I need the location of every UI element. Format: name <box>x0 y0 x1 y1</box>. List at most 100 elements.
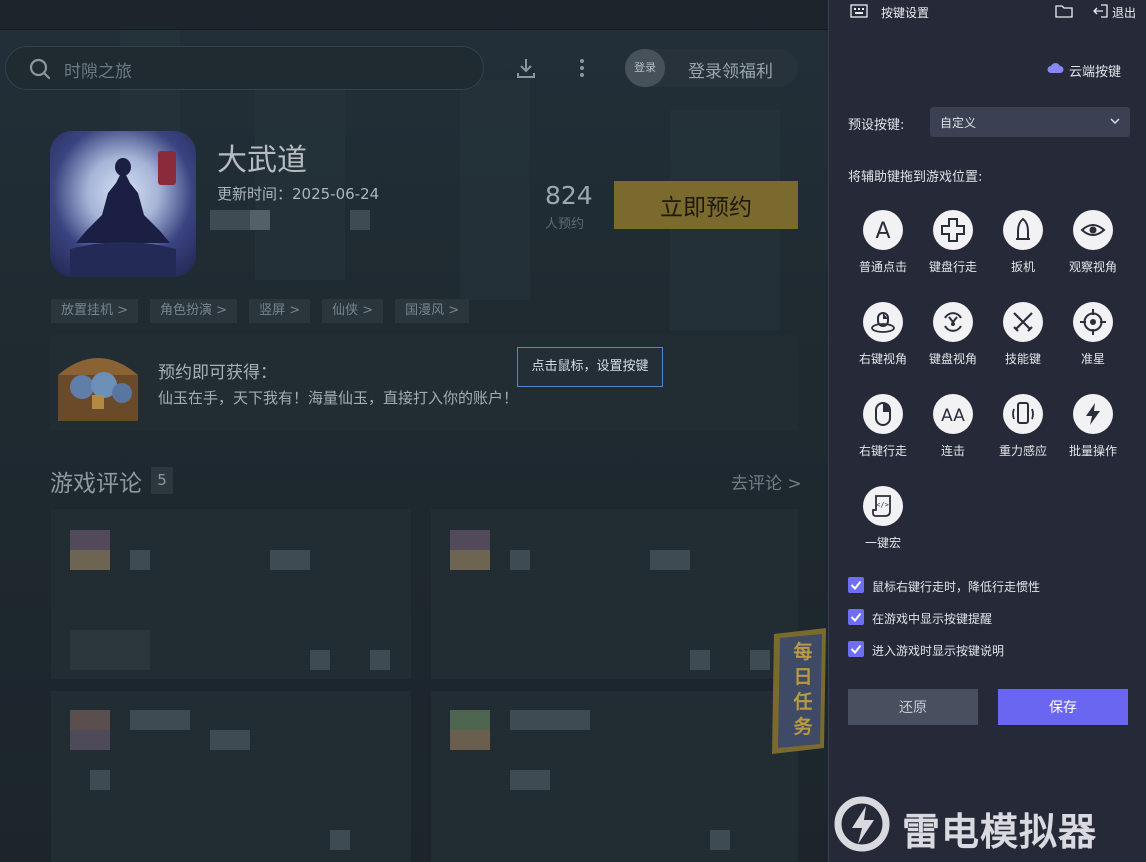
checkmark-icon <box>850 644 862 655</box>
review-avatar <box>70 730 110 750</box>
keyboard-icon <box>850 4 868 18</box>
blurred-text <box>690 650 710 670</box>
tag-item[interactable]: 角色扮演 > <box>150 299 238 323</box>
key-dpad[interactable]: 键盘行走 <box>918 200 988 274</box>
tag-list: 放置挂机 > 角色扮演 > 竖屏 > 仙侠 > 国漫风 > <box>51 299 470 323</box>
promo-title: 预约即可获得： <box>158 363 277 383</box>
lightning-icon <box>1086 403 1100 425</box>
key-gravity[interactable]: 重力感应 <box>988 384 1058 458</box>
daily-task-badge[interactable]: 每日任务 <box>770 628 828 754</box>
blurred-text <box>250 210 270 230</box>
ldplayer-logo-icon <box>834 796 890 852</box>
avatar[interactable]: 登录 <box>625 49 665 87</box>
review-avatar <box>450 710 490 730</box>
mouse-right-icon <box>875 402 891 426</box>
reserve-reward-banner: 预约即可获得： 仙玉在手，天下我有！海量仙玉，直接打入你的账户！ <box>50 335 798 430</box>
macro-script-icon: </> <box>872 495 891 517</box>
panel-title: 按键设置 <box>881 6 930 20</box>
key-macro[interactable]: </> 一键宏 <box>848 476 918 550</box>
exit-icon[interactable] <box>1092 4 1108 18</box>
svg-text:</>: </> <box>876 501 889 509</box>
review-card[interactable] <box>431 691 798 862</box>
crossed-swords-icon <box>1013 312 1033 332</box>
checkbox[interactable] <box>848 641 864 657</box>
tag-item[interactable]: 放置挂机 > <box>51 299 139 323</box>
review-avatar <box>70 710 110 730</box>
drag-hint: 将辅助键拖到游戏位置: <box>848 170 983 185</box>
search-input[interactable]: 时隙之旅 <box>64 57 132 82</box>
key-observe[interactable]: 观察视角 <box>1058 200 1128 274</box>
key-right-walk[interactable]: 右键行走 <box>848 384 918 458</box>
login-reward-label[interactable]: 登录领福利 <box>688 57 773 82</box>
review-avatar <box>70 530 110 550</box>
cloud-icon[interactable] <box>1047 62 1064 74</box>
dpad-icon <box>941 218 965 242</box>
reserve-button[interactable]: 立即预约 <box>614 181 798 229</box>
brand-logo: 雷电模拟器 <box>832 794 1138 854</box>
tag-item[interactable]: 仙侠 > <box>322 299 384 323</box>
go-comment-link[interactable]: 去评论 > <box>731 469 802 494</box>
promo-description: 仙玉在手，天下我有！海量仙玉，直接打入你的账户！ <box>158 389 519 407</box>
blurred-text <box>370 650 390 670</box>
checkbox[interactable] <box>848 577 864 593</box>
review-card[interactable] <box>431 509 798 679</box>
letter-a-icon: A <box>875 219 890 243</box>
review-avatar <box>70 550 110 570</box>
checkbox[interactable] <box>848 609 864 625</box>
blurred-text <box>130 550 150 570</box>
daily-task-text: 每日任务 <box>793 641 813 738</box>
search-bar[interactable]: 时隙之旅 <box>5 46 484 90</box>
download-icon[interactable] <box>512 54 540 82</box>
key-right-view[interactable]: 右键视角 <box>848 292 918 366</box>
reserve-count: 824 <box>545 181 593 210</box>
key-combo[interactable]: AA 连击 <box>918 384 988 458</box>
blurred-text <box>330 830 350 850</box>
tag-item[interactable]: 国漫风 > <box>395 299 470 323</box>
exit-button[interactable]: 退出 <box>1112 4 1136 21</box>
trigger-icon <box>1016 217 1030 240</box>
blurred-text <box>210 730 250 750</box>
review-card[interactable] <box>51 691 411 862</box>
svg-text:A: A <box>875 219 890 243</box>
mouse-right-view-icon <box>871 312 895 333</box>
rotate-view-icon <box>944 312 962 332</box>
blurred-text <box>510 770 550 790</box>
reviews-heading: 游戏评论 <box>50 471 142 497</box>
crosshair-icon <box>1080 309 1106 335</box>
key-skill[interactable]: 技能键 <box>988 292 1058 366</box>
treasure-chest-icon <box>58 358 138 421</box>
key-batch[interactable]: 批量操作 <box>1058 384 1128 458</box>
folder-icon[interactable] <box>1055 4 1073 18</box>
blurred-text <box>750 650 770 670</box>
game-detail-page: 时隙之旅 登录 登录领福利 大武道 更新时间：2025-06-24 824 人预… <box>0 0 828 862</box>
game-icon[interactable] <box>50 131 196 277</box>
blurred-text <box>90 770 110 790</box>
blurred-text <box>270 550 310 570</box>
key-crosshair[interactable]: 准星 <box>1058 292 1128 366</box>
keymap-panel: 按键设置 退出 云端按键 预设按键: 自定义 将辅助键拖到游戏位置: A 普通点… <box>828 0 1146 862</box>
review-avatar <box>450 530 490 550</box>
preset-label: 预设按键: <box>848 118 905 133</box>
key-keyboard-view[interactable]: 键盘视角 <box>918 292 988 366</box>
more-icon[interactable] <box>568 54 596 82</box>
cloud-keys-button[interactable]: 云端按键 <box>1069 61 1121 80</box>
key-tap[interactable]: A 普通点击 <box>848 200 918 274</box>
review-avatar <box>450 550 490 570</box>
blurred-text <box>210 210 250 230</box>
double-a-icon: AA <box>941 406 965 426</box>
svg-text:AA: AA <box>941 406 965 426</box>
tag-item[interactable]: 竖屏 > <box>249 299 311 323</box>
review-card[interactable] <box>51 509 411 679</box>
game-icon-art <box>70 151 176 277</box>
preset-value: 自定义 <box>940 116 977 130</box>
save-button[interactable]: 保存 <box>998 689 1128 725</box>
login-button[interactable]: 登录 登录领福利 <box>625 49 798 87</box>
reviews-count: 5 <box>151 467 173 494</box>
blurred-text <box>650 550 690 570</box>
chevron-down-icon <box>1110 118 1120 124</box>
review-avatar <box>450 730 490 750</box>
key-trigger[interactable]: 扳机 <box>988 200 1058 274</box>
restore-button[interactable]: 还原 <box>848 689 978 725</box>
game-icon-badge <box>158 151 176 185</box>
preset-select[interactable]: 自定义 <box>930 107 1130 137</box>
